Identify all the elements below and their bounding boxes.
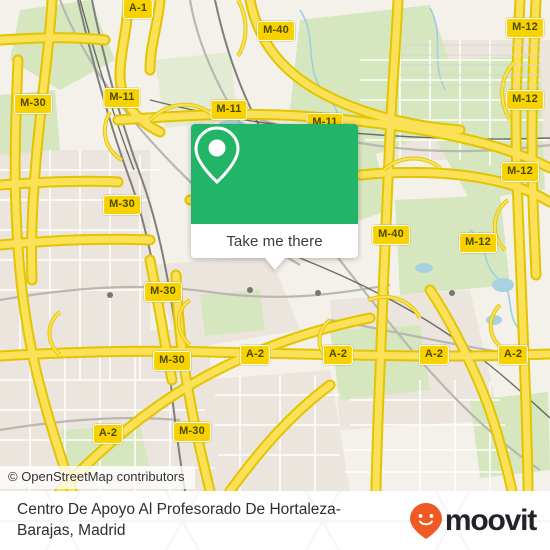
road-shield-m-11: M-11 <box>210 100 248 120</box>
road-shield-m-12: M-12 <box>459 233 497 253</box>
road-shield-a-2: A-2 <box>239 345 271 365</box>
take-me-there-label: Take me there <box>226 232 323 250</box>
map-popup-card[interactable]: Take me there <box>191 124 358 270</box>
map-attribution[interactable]: © OpenStreetMap contributors <box>0 466 195 490</box>
road-shield-a-2: A-2 <box>497 345 529 365</box>
road-shield-m-12: M-12 <box>501 162 539 182</box>
moovit-wordmark: moovit <box>444 503 537 537</box>
road-shield-m-11: M-11 <box>103 88 141 108</box>
footer-bar: Centro De Apoyo Al Profesorado De Hortal… <box>0 491 550 550</box>
popup-pin-area <box>191 124 358 224</box>
road-shield-m-40: M-40 <box>257 21 295 41</box>
road-shield-m-30: M-30 <box>173 422 211 442</box>
road-shield-m-30: M-30 <box>153 351 191 371</box>
road-shield-a-2: A-2 <box>92 424 124 444</box>
popup-action-area[interactable]: Take me there <box>191 224 358 270</box>
map-canvas[interactable]: A-1 M-40 M-12 M-30 M-11 M-11 M-11 M-12 M-30 M-12 M… <box>0 0 550 491</box>
road-shield-a-1: A-1 <box>122 0 154 19</box>
moovit-smiley-pin-icon <box>409 502 442 539</box>
location-pin-icon <box>194 126 240 185</box>
road-shield-m-30: M-30 <box>14 94 52 114</box>
place-name: Centro De Apoyo Al Profesorado De Hortal… <box>17 500 341 539</box>
map-screenshot: A-1 M-40 M-12 M-30 M-11 M-11 M-11 M-12 M-30 M-12 M… <box>0 0 550 550</box>
road-shield-m-40: M-40 <box>372 225 410 245</box>
road-shield-m-30: M-30 <box>144 282 182 302</box>
moovit-logo[interactable]: moovit <box>409 502 537 540</box>
road-shield-m-12: M-12 <box>506 18 544 38</box>
road-shield-m-12: M-12 <box>506 90 544 110</box>
road-shield-a-2: A-2 <box>418 345 450 365</box>
road-shield-a-2: A-2 <box>322 345 354 365</box>
road-shield-m-30: M-30 <box>103 195 141 215</box>
popup-tail-pointer <box>264 258 285 270</box>
